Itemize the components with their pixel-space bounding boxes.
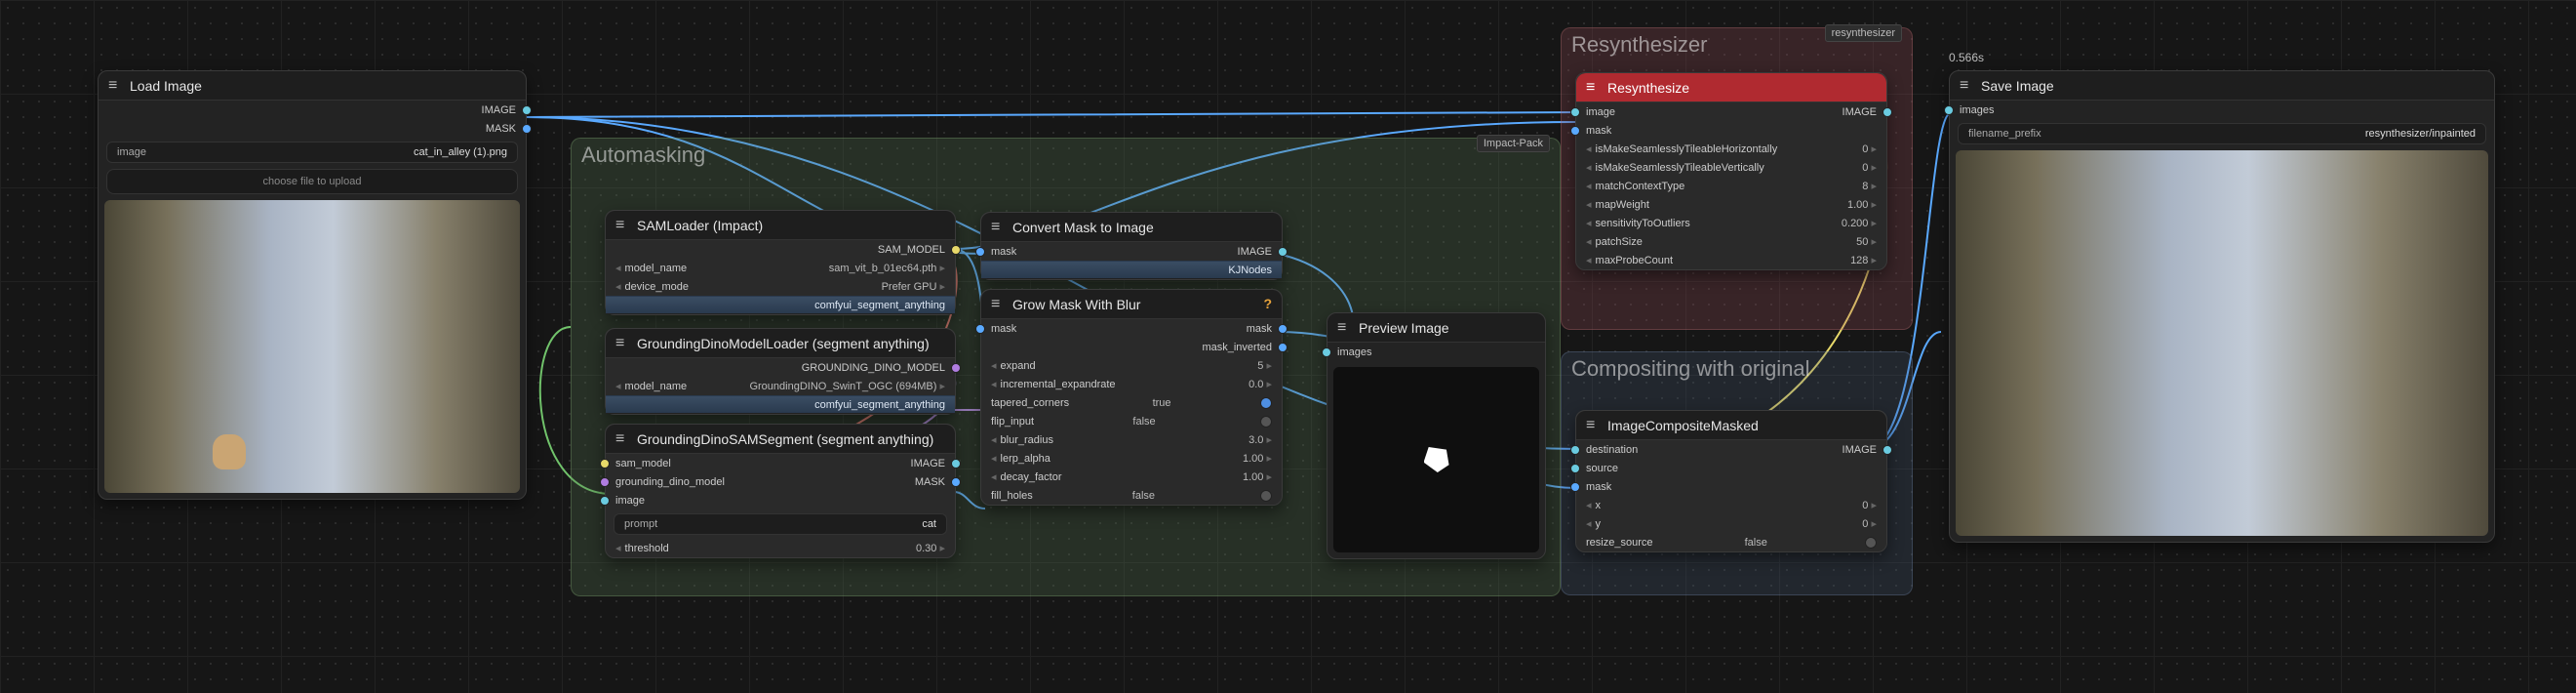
- w-expand[interactable]: expand5: [981, 356, 1282, 375]
- group-title: Compositing with original: [1571, 356, 1810, 381]
- w-lerp[interactable]: lerp_alpha1.00: [981, 449, 1282, 468]
- w-match[interactable]: matchContextType8: [1576, 177, 1886, 195]
- hamburger-icon[interactable]: [615, 430, 629, 447]
- class-footer: comfyui_segment_anything: [606, 395, 955, 414]
- w-mapweight[interactable]: mapWeight1.00: [1576, 195, 1886, 214]
- w-vtile[interactable]: isMakeSeamlesslyTileableVertically0: [1576, 158, 1886, 177]
- port-image-out[interactable]: IMAGE: [1843, 106, 1877, 118]
- w-x[interactable]: x0: [1576, 496, 1886, 514]
- group-badge: resynthesizer: [1825, 24, 1902, 42]
- node-title: Grow Mask With Blur: [1012, 297, 1140, 312]
- port-mask-in[interactable]: mask: [991, 323, 1016, 335]
- w-patch[interactable]: patchSize50: [1576, 232, 1886, 251]
- widget-device-mode[interactable]: device_modePrefer GPU: [606, 277, 955, 296]
- node-grow-mask[interactable]: Grow Mask With Blur? mask mask mask_inver…: [980, 289, 1283, 506]
- port-images-in[interactable]: images: [1960, 104, 1994, 116]
- port-source-in[interactable]: source: [1586, 463, 1618, 474]
- port-mask-inverted-out[interactable]: mask_inverted: [1202, 342, 1272, 353]
- threshold-widget[interactable]: threshold0.30: [606, 539, 955, 557]
- w-sensitivity[interactable]: sensitivityToOutliers0.200: [1576, 214, 1886, 232]
- hamburger-icon[interactable]: [1586, 417, 1600, 433]
- w-blur[interactable]: blur_radius3.0: [981, 430, 1282, 449]
- node-graph-canvas[interactable]: Automasking Impact-Pack Resynthesizer re…: [0, 0, 2576, 693]
- w-tapered[interactable]: tapered_cornerstrue: [981, 393, 1282, 412]
- preview-mask: [1333, 367, 1539, 552]
- port-mask-in[interactable]: mask: [991, 246, 1016, 258]
- port-image-in[interactable]: image: [615, 495, 645, 507]
- node-image-composite-masked[interactable]: ImageCompositeMasked destination IMAGE so…: [1575, 410, 1887, 552]
- image-selector[interactable]: image cat_in_alley (1).png: [106, 142, 518, 163]
- node-preview-image[interactable]: Preview Image images: [1327, 312, 1546, 559]
- node-title: Load Image: [130, 78, 202, 94]
- class-footer: comfyui_segment_anything: [606, 296, 955, 314]
- port-image-out[interactable]: IMAGE: [1238, 246, 1272, 258]
- node-title: GroundingDinoModelLoader (segment anythi…: [637, 336, 930, 351]
- widget-model-name[interactable]: model_namesam_vit_b_01ec64.pth: [606, 259, 955, 277]
- node-title: Convert Mask to Image: [1012, 220, 1154, 235]
- node-resynthesize[interactable]: Resynthesize image IMAGE mask isMakeSeaml…: [1575, 72, 1887, 270]
- port-mask-out[interactable]: MASK: [915, 476, 945, 488]
- node-groundingdino-sam[interactable]: GroundingDinoSAMSegment (segment anythin…: [605, 424, 956, 558]
- port-sam-model-in[interactable]: sam_model: [615, 458, 671, 469]
- port-gd-model-in[interactable]: grounding_dino_model: [615, 476, 725, 488]
- preview-image: [104, 200, 520, 493]
- port-image-out[interactable]: IMAGE: [911, 458, 945, 469]
- timing-label: 0.566s: [1949, 51, 1984, 64]
- w-resize[interactable]: resize_sourcefalse: [1576, 533, 1886, 551]
- node-samloader[interactable]: SAMLoader (Impact) SAM_MODEL model_names…: [605, 210, 956, 315]
- w-probe[interactable]: maxProbeCount128: [1576, 251, 1886, 269]
- hamburger-icon[interactable]: [615, 217, 629, 233]
- node-title: SAMLoader (Impact): [637, 218, 763, 233]
- hamburger-icon[interactable]: [991, 219, 1005, 235]
- w-htile[interactable]: isMakeSeamlesslyTileableHorizontally0: [1576, 140, 1886, 158]
- w-flip[interactable]: flip_inputfalse: [981, 412, 1282, 430]
- port-mask-in[interactable]: mask: [1586, 125, 1611, 137]
- node-title: GroundingDinoSAMSegment (segment anythin…: [637, 431, 933, 447]
- port-mask-in[interactable]: mask: [1586, 481, 1611, 493]
- w-incremental[interactable]: incremental_expandrate0.0: [981, 375, 1282, 393]
- node-title: Preview Image: [1359, 320, 1449, 336]
- port-sam-model[interactable]: SAM_MODEL: [878, 244, 945, 256]
- node-title: ImageCompositeMasked: [1607, 418, 1759, 433]
- w-decay[interactable]: decay_factor1.00: [981, 468, 1282, 486]
- hamburger-icon[interactable]: [108, 77, 122, 94]
- port-mask-out[interactable]: MASK: [486, 123, 516, 135]
- w-y[interactable]: y0: [1576, 514, 1886, 533]
- hamburger-icon[interactable]: [1337, 319, 1351, 336]
- node-save-image[interactable]: Save Image images filename_prefixresynth…: [1949, 70, 2495, 543]
- port-mask-out[interactable]: mask: [1247, 323, 1272, 335]
- port-destination-in[interactable]: destination: [1586, 444, 1638, 456]
- node-title: Resynthesize: [1607, 80, 1689, 96]
- node-load-image[interactable]: Load Image IMAGE MASK image cat_in_alley…: [98, 70, 527, 500]
- upload-button[interactable]: choose file to upload: [106, 169, 518, 194]
- port-image-out[interactable]: IMAGE: [1843, 444, 1877, 456]
- hamburger-icon[interactable]: [991, 296, 1005, 312]
- w-fill[interactable]: fill_holesfalse: [981, 486, 1282, 505]
- class-footer: KJNodes: [981, 261, 1282, 279]
- filename-prefix-field[interactable]: filename_prefixresynthesizer/inpainted: [1958, 123, 2486, 144]
- hamburger-icon[interactable]: [615, 335, 629, 351]
- port-gd-model[interactable]: GROUNDING_DINO_MODEL: [802, 362, 945, 374]
- node-title: Save Image: [1981, 78, 2054, 94]
- port-images-in[interactable]: images: [1337, 346, 1371, 358]
- node-mask-to-image[interactable]: Convert Mask to Image mask IMAGE KJNodes: [980, 212, 1283, 280]
- group-badge: Impact-Pack: [1477, 135, 1550, 152]
- node-groundingdino-loader[interactable]: GroundingDinoModelLoader (segment anythi…: [605, 328, 956, 415]
- port-image-in[interactable]: image: [1586, 106, 1615, 118]
- group-title: Automasking: [581, 143, 705, 167]
- hamburger-icon[interactable]: [1960, 77, 1973, 94]
- help-icon[interactable]: ?: [1263, 296, 1272, 311]
- port-image-out[interactable]: IMAGE: [482, 104, 516, 116]
- hamburger-icon[interactable]: [1586, 79, 1600, 96]
- widget-model-name[interactable]: model_nameGroundingDINO_SwinT_OGC (694MB…: [606, 377, 955, 395]
- prompt-field[interactable]: promptcat: [614, 513, 947, 535]
- result-image: [1956, 150, 2488, 536]
- group-title: Resynthesizer: [1571, 32, 1707, 57]
